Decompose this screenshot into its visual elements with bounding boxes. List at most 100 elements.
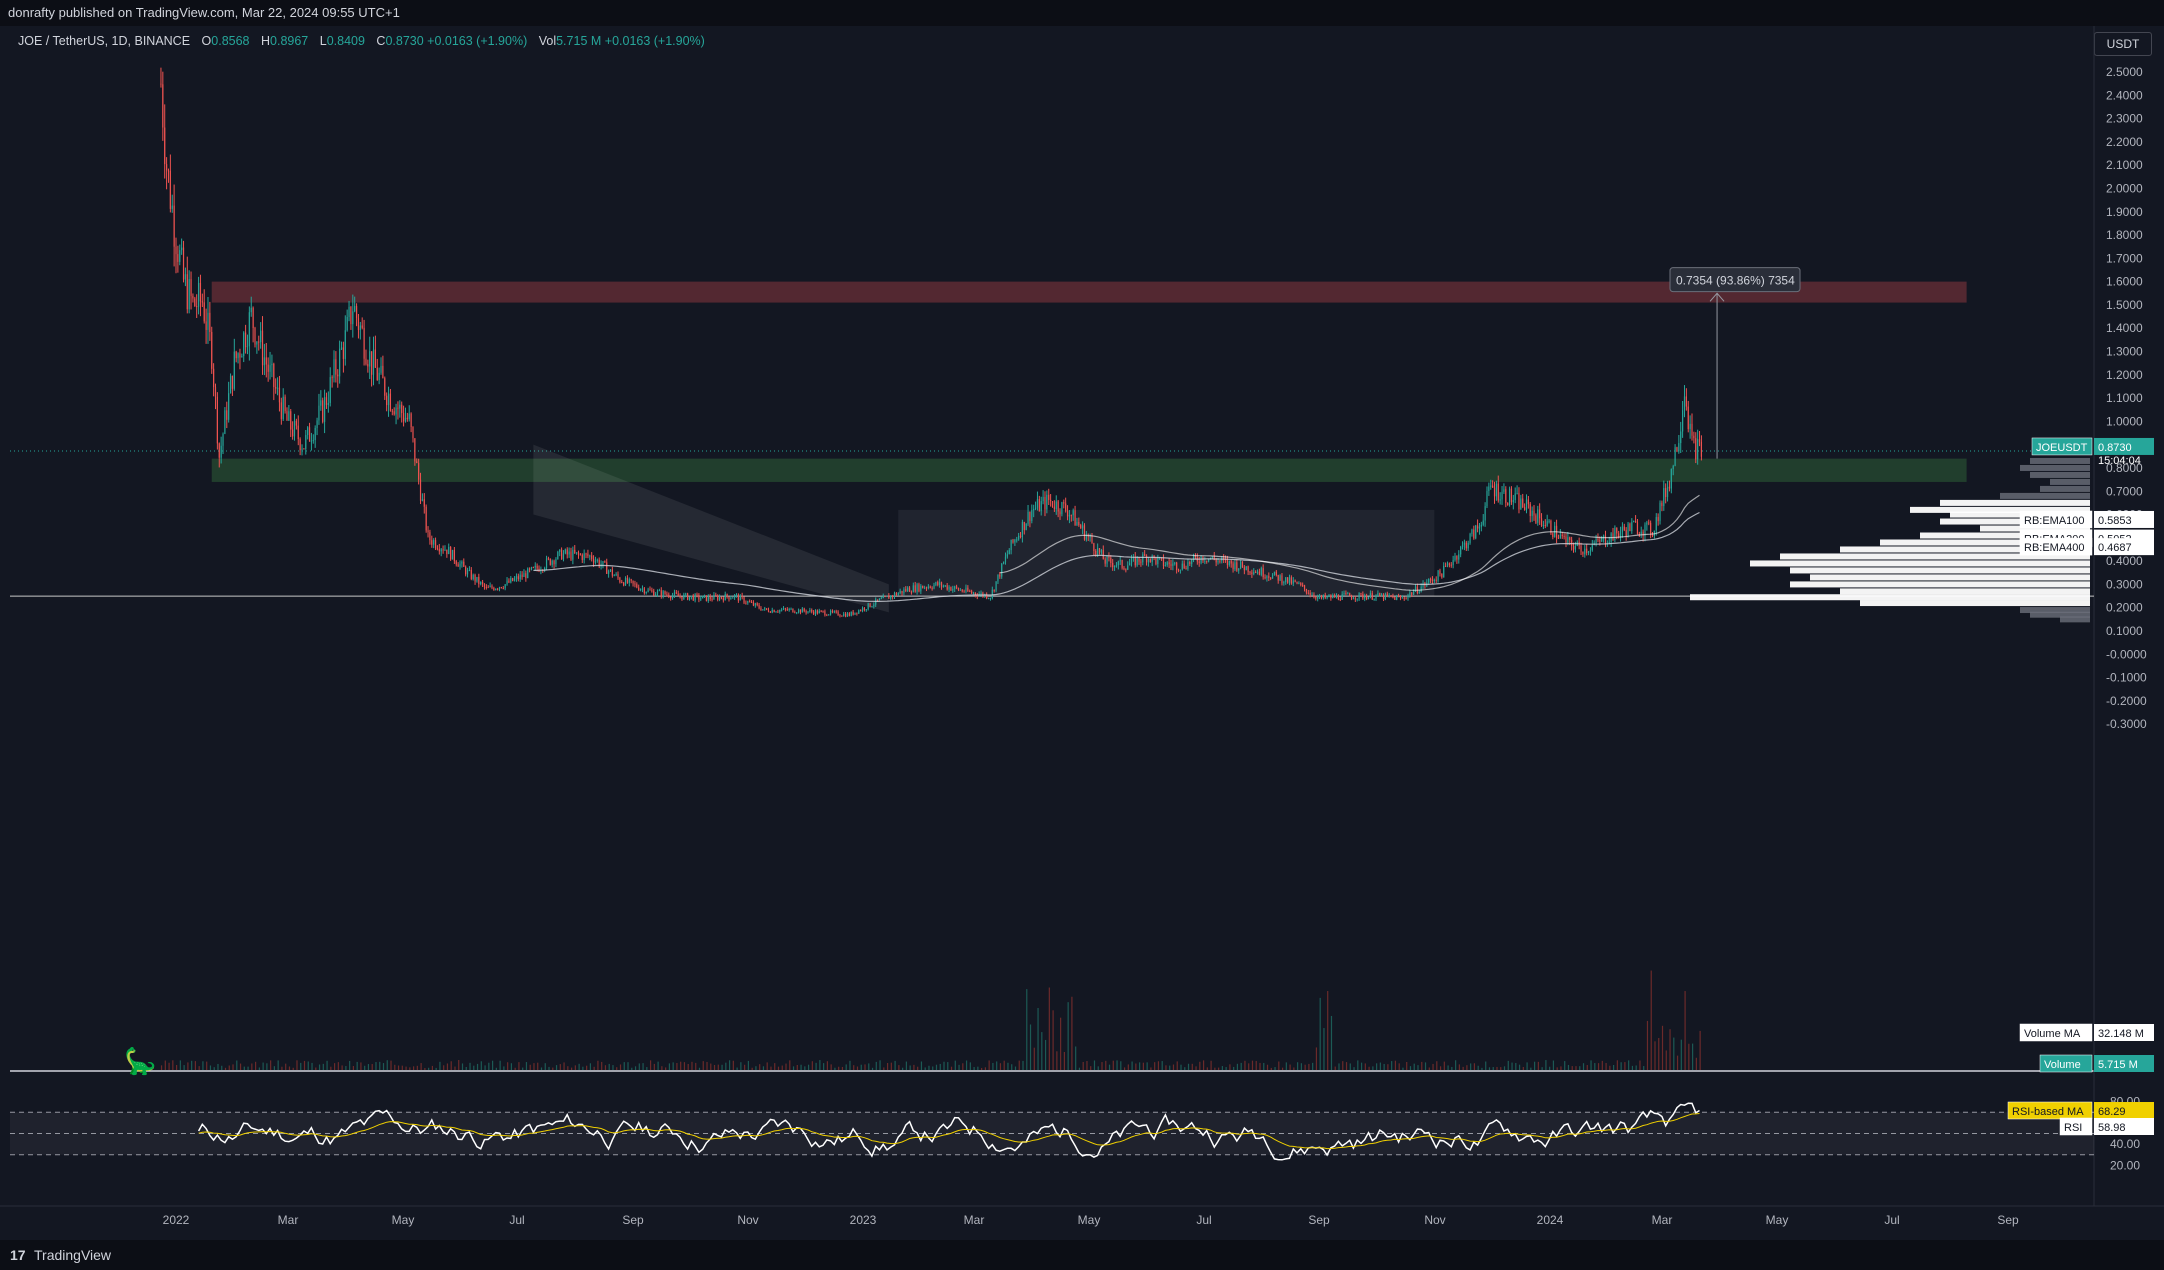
candle-body <box>961 589 963 592</box>
candle-body <box>649 589 651 591</box>
volume-bar <box>586 1065 588 1070</box>
candle-body <box>1648 522 1650 524</box>
volume-bar <box>491 1060 494 1070</box>
volume-bar <box>386 1060 388 1070</box>
candle-body <box>726 594 728 597</box>
price-axis[interactable]: 2.5000 2.4000 2.3000 2.2000 2.1000 2.0000 1.90… <box>2106 65 2147 1172</box>
candle-body <box>779 609 781 612</box>
candle-body <box>1540 518 1543 526</box>
chart-area[interactable]: 0.7354 (93.86%) 7354 2.50002.40002.30002… <box>0 26 2164 1240</box>
candle-body <box>1689 423 1691 430</box>
candle-body <box>1108 556 1110 558</box>
candle-body <box>807 611 809 613</box>
candle-body <box>1283 582 1285 584</box>
volume-bar <box>657 1061 659 1070</box>
candle-body <box>1256 571 1259 573</box>
volume-bar <box>213 1067 215 1070</box>
volume-bar <box>732 1060 734 1070</box>
price-tick-label: 0.7000 <box>2106 484 2143 498</box>
candle-body <box>1268 576 1270 578</box>
candle-body <box>1324 595 1326 598</box>
volume-bar <box>853 1065 855 1070</box>
volume-bar <box>420 1063 422 1070</box>
candle-body <box>971 591 973 593</box>
candle-body <box>1104 559 1106 564</box>
candle-body <box>957 587 960 591</box>
volume-bar <box>687 1064 689 1070</box>
volume-bar <box>593 1066 595 1070</box>
volume-bar <box>849 1060 851 1070</box>
candle-body <box>1450 564 1452 566</box>
tradingview-logo[interactable]: 17 <box>10 1240 26 1270</box>
volume-bar <box>1086 1061 1088 1070</box>
candle-body <box>335 359 337 375</box>
candle-body <box>1524 507 1526 510</box>
footer-brand[interactable]: TradingView <box>34 1240 111 1270</box>
time-tick-label: Mar <box>278 1213 299 1227</box>
candle-body <box>837 611 839 616</box>
volume-bar <box>766 1062 768 1070</box>
candle-body <box>1567 537 1569 544</box>
volume-bar <box>920 1061 923 1070</box>
candle-body <box>1106 556 1108 564</box>
candle-body <box>269 365 271 372</box>
volume-bar <box>397 1065 400 1070</box>
candle-body <box>743 597 745 603</box>
candle-body <box>1429 578 1432 580</box>
candle-body <box>1633 520 1635 523</box>
price-tick-label: 0.4000 <box>2106 554 2143 568</box>
candle-body <box>1040 501 1042 512</box>
candle-body <box>1149 558 1151 562</box>
volume-bar <box>1364 1063 1366 1070</box>
candle-body <box>1695 438 1697 460</box>
volume-bar <box>1417 1065 1419 1070</box>
candle-body <box>1625 530 1627 537</box>
candle-body <box>461 561 463 564</box>
candle-body <box>483 584 486 587</box>
volume-bar <box>552 1067 554 1070</box>
candle-body <box>1529 504 1531 517</box>
volume-bar <box>1011 1064 1013 1070</box>
candle-body <box>871 606 873 608</box>
candle-body <box>1117 561 1119 566</box>
candle-body <box>767 609 770 612</box>
volume-bar <box>646 1067 648 1070</box>
candle-body <box>833 611 835 613</box>
candle-body <box>920 585 922 592</box>
candle-body <box>873 604 875 607</box>
candle-body <box>216 396 218 444</box>
volume-bar <box>1165 1065 1167 1070</box>
candle-body <box>671 595 674 599</box>
volume-bar <box>623 1062 625 1070</box>
candle-body <box>181 247 183 251</box>
volume-bar <box>932 1066 934 1070</box>
volume-bar <box>333 1063 336 1070</box>
volume-bar <box>1078 1067 1081 1070</box>
volume-bar <box>1458 1064 1460 1070</box>
candle-body <box>1542 524 1545 526</box>
rsi-tag-value: 58.98 <box>2098 1122 2126 1134</box>
candle-body <box>1238 568 1240 571</box>
volume-bar <box>1022 1060 1024 1070</box>
candle-body <box>942 585 945 587</box>
time-axis[interactable]: 2022 Mar May Jul Sep Nov 2023 Mar May Jul Sep Nov 20… <box>163 1213 2019 1227</box>
volume-bar <box>1184 1067 1186 1070</box>
candle-body <box>1537 509 1539 523</box>
candle-body <box>1572 545 1575 550</box>
volume-bar <box>981 1067 983 1070</box>
candle-body <box>1083 525 1086 540</box>
candle-body <box>692 595 694 601</box>
candle-body <box>790 608 792 610</box>
volume-bar <box>1556 1067 1558 1070</box>
candle-body <box>1437 570 1439 581</box>
volume-bar <box>875 1061 877 1070</box>
candle-body <box>190 279 192 296</box>
volume-bar <box>537 1062 539 1070</box>
candle-body <box>1441 573 1443 578</box>
candle-body <box>658 590 660 592</box>
volume-bar <box>721 1064 723 1070</box>
candle-body <box>685 593 687 595</box>
volume-bar <box>1308 1063 1310 1070</box>
volume-bar <box>1060 1017 1062 1070</box>
candle-body <box>491 585 493 588</box>
